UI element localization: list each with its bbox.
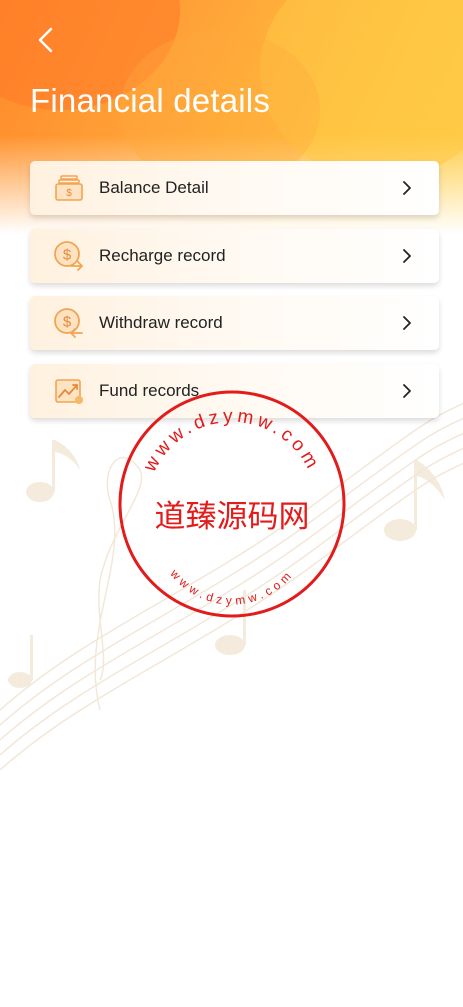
music-notes-background xyxy=(0,402,463,771)
dollar-withdraw-icon: $ xyxy=(53,307,85,339)
svg-text:$: $ xyxy=(63,246,72,263)
menu-list: $ Balance Detail $ Recharge record $ Wit… xyxy=(30,161,439,431)
wallet-icon: $ xyxy=(53,172,85,204)
menu-item-label: Balance Detail xyxy=(99,178,209,197)
dollar-recharge-icon: $ xyxy=(53,240,85,272)
chart-up-icon xyxy=(53,375,85,407)
chevron-left-icon xyxy=(38,27,53,53)
chevron-right-icon xyxy=(399,180,415,196)
watermark-bottom-text: www.dzymw.com xyxy=(167,566,293,608)
menu-item-recharge-record[interactable]: $ Recharge record xyxy=(30,228,439,283)
svg-text:$: $ xyxy=(63,314,72,331)
menu-item-label: Fund records xyxy=(99,380,200,400)
menu-item-label: Recharge record xyxy=(99,245,226,265)
page-title: Financial details xyxy=(30,82,271,119)
chevron-right-icon xyxy=(399,383,415,399)
watermark-main-text: 道臻源码网 xyxy=(155,499,310,535)
chevron-right-icon xyxy=(399,248,415,264)
chevron-right-icon xyxy=(399,315,415,331)
svg-text:$: $ xyxy=(66,188,72,199)
menu-item-withdraw-record[interactable]: $ Withdraw record xyxy=(30,296,439,350)
menu-item-fund-records[interactable]: Fund records xyxy=(30,363,439,418)
menu-item-label: Withdraw record xyxy=(99,313,223,332)
back-button[interactable] xyxy=(28,22,64,58)
menu-item-balance-detail[interactable]: $ Balance Detail xyxy=(30,161,439,215)
svg-text:www.dzymw.com: www.dzymw.com xyxy=(167,566,297,608)
